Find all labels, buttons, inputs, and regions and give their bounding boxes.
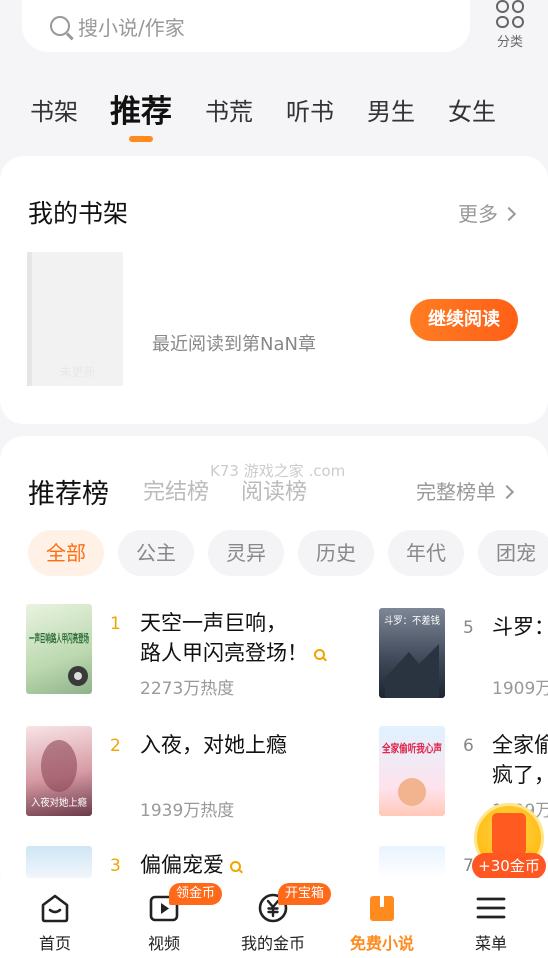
book-cover: 斗罗：不差钱 [379, 608, 445, 698]
shelf-more-link[interactable]: 更多 [458, 198, 517, 227]
shelf-book-cover[interactable]: 未更新 [27, 252, 123, 386]
tab-bookshelf[interactable]: 书架 [30, 92, 78, 127]
active-tab-indicator [129, 136, 153, 142]
search-input[interactable]: 搜小说/作家 [22, 0, 470, 52]
nav-coins-badge: 开宝箱 [278, 883, 332, 905]
category-label: 分类 [496, 35, 523, 50]
book-title-line1: 入夜，对她上瘾 [140, 733, 287, 757]
cover-title: 斗罗：不差钱 [384, 614, 440, 627]
menu-icon [476, 897, 506, 919]
shelf-book-placeholder-text: 未更新 [59, 365, 96, 379]
full-list-link[interactable]: 完整榜单 [416, 476, 515, 505]
search-icon [314, 649, 325, 660]
full-list-label: 完整榜单 [416, 480, 496, 504]
chevron-right-icon [501, 206, 517, 222]
rank-number: 3 [110, 856, 121, 876]
shelf-title: 我的书架 [28, 199, 129, 228]
cover-title: 入夜对她上瘾 [31, 796, 87, 809]
watermark: K73 游戏之家 .com [210, 462, 346, 480]
ranking-tab-recommend[interactable]: 推荐榜 [28, 472, 109, 511]
book-title-line1: 偏偏宠爱 [140, 853, 224, 877]
ranking-tab-completed[interactable]: 完结榜 [143, 474, 209, 506]
book-heat: 2273万热度 [140, 679, 235, 699]
book-heat: 1939万热度 [140, 801, 235, 821]
rank-number: 1 [110, 614, 121, 634]
chip-history[interactable]: 历史 [298, 530, 374, 576]
chip-era[interactable]: 年代 [388, 530, 464, 576]
nav-my-coins-label: 我的金币 [240, 934, 305, 953]
book-cover: 一声巨响路人甲闪亮登场 [26, 604, 92, 694]
nav-video[interactable]: 视频 领金币 [109, 878, 223, 958]
nav-my-coins[interactable]: 我的金币 开宝箱 [218, 878, 332, 958]
book-title-line1: 斗罗： [492, 615, 548, 639]
category-grid-icon [496, 0, 524, 28]
book-title-line1: 全家偷 [492, 733, 548, 757]
cover-title: 一声巨响路人甲闪亮登场 [29, 631, 89, 645]
my-shelf-card: 我的书架 更多 未更新 最近阅读到第NaN章 继续阅读 [0, 156, 548, 424]
rank-number: 6 [463, 736, 474, 756]
coin-reward-label: +30金币 [472, 853, 546, 879]
search-placeholder: 搜小说/作家 [78, 15, 185, 40]
nav-video-label: 视频 [147, 934, 180, 953]
continue-reading-button[interactable]: 继续阅读 [410, 299, 518, 341]
chip-princess[interactable]: 公主 [118, 530, 194, 576]
coin-reward-float[interactable]: +30金币 [472, 803, 546, 879]
book-heat: 1909万 [492, 679, 548, 699]
book-cover [379, 846, 445, 878]
tab-recommend[interactable]: 推荐 [110, 86, 172, 131]
book-cover: 全家偷听我心声 [379, 726, 445, 816]
book-title-line2: 路人甲闪亮登场！ [140, 641, 308, 665]
channel-tabs: 书架 推荐 书荒 听书 男生 女生 [0, 84, 548, 144]
chip-all[interactable]: 全部 [28, 530, 104, 576]
nav-video-badge: 领金币 [169, 883, 223, 905]
search-icon [50, 16, 70, 36]
category-button[interactable]: 分类 [490, 0, 530, 52]
nav-menu-label: 菜单 [474, 934, 507, 953]
nav-free-novels[interactable]: 免费小说 [327, 878, 437, 958]
chevron-right-icon [499, 484, 515, 500]
tab-female[interactable]: 女生 [448, 92, 496, 127]
cover-title: 全家偷听我心声 [381, 741, 442, 755]
red-envelope-icon [492, 813, 526, 855]
book-title-line2-wrap: 路人甲闪亮登场！ [140, 638, 325, 668]
home-icon [41, 894, 69, 923]
search-icon [230, 861, 241, 872]
book-icon [370, 896, 394, 921]
nav-home[interactable]: 首页 [0, 878, 110, 958]
book-cover: 入夜对她上瘾 [26, 726, 92, 816]
tab-book-shortage[interactable]: 书荒 [205, 92, 253, 127]
book-title-line2: 疯了， [492, 763, 548, 787]
chip-supernatural[interactable]: 灵异 [208, 530, 284, 576]
rank-number: 5 [463, 618, 474, 638]
book-title-wrap: 偏偏宠爱 [140, 850, 241, 880]
tab-audio[interactable]: 听书 [286, 92, 334, 127]
book-cover [26, 846, 92, 878]
nav-free-novels-label: 免费小说 [349, 934, 414, 953]
ranking-card: 推荐榜 完结榜 阅读榜 K73 游戏之家 .com 完整榜单 全部 公主 灵异 … [0, 436, 548, 896]
rank-number: 2 [110, 736, 121, 756]
shelf-more-label: 更多 [458, 202, 498, 226]
top-bar: 搜小说/作家 分类 [0, 0, 548, 70]
nav-menu[interactable]: 菜单 [436, 878, 546, 958]
nav-home-label: 首页 [38, 934, 71, 953]
last-read-text: 最近阅读到第NaN章 [152, 334, 316, 355]
book-title-line1: 天空一声巨响， [140, 611, 287, 635]
tab-male[interactable]: 男生 [367, 92, 415, 127]
bottom-nav: 首页 视频 领金币 我的金币 开宝箱 免费小说 菜单 [0, 878, 548, 958]
chip-family-pet[interactable]: 团宠 [478, 530, 548, 576]
